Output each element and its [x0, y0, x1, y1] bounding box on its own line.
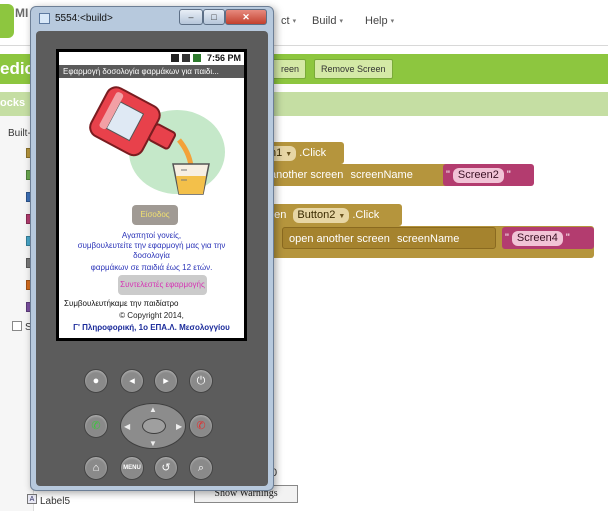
screen2-text-block[interactable]: " Screen2 " — [443, 164, 534, 186]
dpad-left-arrow-icon[interactable]: ◀ — [124, 422, 130, 431]
menu-button[interactable]: MENU — [120, 456, 144, 480]
minimize-button[interactable]: – — [179, 9, 203, 25]
greeting-line-2: συμβουλευτείτε την εφαρμογή μας για την — [77, 241, 226, 250]
menu-build[interactable]: Build ▾ — [312, 15, 343, 27]
call-label: open another screen — [289, 233, 390, 245]
param-label: screenName — [350, 169, 413, 181]
emulator-window-icon — [39, 13, 50, 24]
project-name: edic — [0, 59, 35, 78]
search-button[interactable]: ⌕ — [189, 456, 213, 480]
device-frame: 7:56 PM Εφαρμογή δοσολογία φαρμάκων για … — [36, 31, 268, 486]
call-label: another screen — [270, 169, 344, 181]
maximize-button[interactable]: □ — [203, 9, 225, 25]
dpad-center-button[interactable] — [142, 418, 166, 434]
call-button[interactable]: ✆ — [84, 414, 108, 438]
remove-screen-button[interactable]: Remove Screen — [314, 59, 393, 79]
dpad[interactable]: ▲ ▼ ◀ ▶ — [120, 403, 186, 449]
builtin-label: Built- — [8, 128, 31, 139]
when-button2-click-block[interactable]: hen Button2 ▼ .Click — [258, 204, 402, 226]
status-bar: 7:56 PM — [59, 52, 244, 65]
close-button[interactable]: ✕ — [225, 9, 267, 25]
dpad-right-arrow-icon[interactable]: ▶ — [176, 422, 182, 431]
app-logo-icon — [0, 4, 14, 38]
device-screen[interactable]: 7:56 PM Εφαρμογή δοσολογία φαρμάκων για … — [56, 49, 247, 341]
collaborators-button[interactable]: Συντελεστές εφαρμογής — [118, 275, 207, 295]
app-title-bar: Εφαρμογή δοσολογία φαρμάκων για παιδι... — [59, 65, 244, 78]
blocks-panel-label: ocks — [0, 97, 26, 109]
text-value[interactable]: Screen4 — [511, 230, 563, 246]
usb-icon — [171, 54, 179, 62]
camera-button[interactable]: ● — [84, 369, 108, 393]
back-button[interactable]: ↺ — [154, 456, 178, 480]
emulator-window: 5554:<build> – □ ✕ 7:56 PM Εφαρμογή δοσο… — [30, 6, 274, 491]
greeting-line-3: δοσολογία — [133, 251, 170, 260]
greeting-line-4: φαρμάκων σε παιδιά έως 12 ετών. — [90, 263, 213, 272]
param-label: screenName — [396, 233, 460, 245]
dpad-down-arrow-icon[interactable]: ▼ — [149, 439, 157, 448]
pediatrician-text: Συμβουλευτήκαμε την παιδίατρο — [64, 299, 179, 308]
battery-icon — [193, 54, 201, 62]
screen-tree-checkbox[interactable] — [12, 321, 22, 331]
author-text: Γ' Πληροφορική, 1ο ΕΠΑ.Λ. Μεσολογγίου — [73, 323, 230, 332]
copyright-text: © Copyright 2014, — [119, 311, 184, 320]
greeting-line-1: Αγαπητοί γονείς, — [121, 231, 182, 240]
open-another-screen-block[interactable]: open another screen screenName — [282, 227, 496, 249]
menu-project[interactable]: ct ▾ — [281, 15, 296, 27]
enter-button[interactable]: Είσοδος — [132, 205, 178, 225]
event-label: .Click — [352, 209, 380, 221]
volume-up-button[interactable]: ▸ — [154, 369, 178, 393]
tree-item-label5[interactable]: Label5 — [40, 496, 70, 507]
signal-icon — [182, 54, 190, 62]
status-time: 7:56 PM — [206, 53, 241, 63]
home-button[interactable]: ⌂ — [84, 456, 108, 480]
event-label: .Click — [299, 147, 327, 159]
emulator-window-title: 5554:<build> — [55, 13, 113, 24]
text-value[interactable]: Screen2 — [452, 167, 504, 183]
power-button[interactable]: ⏻ — [189, 369, 213, 393]
screen4-text-block[interactable]: " Screen4 " — [502, 227, 594, 249]
label-component-icon: A — [27, 494, 37, 504]
menu-help[interactable]: Help ▾ — [365, 15, 394, 27]
dpad-up-arrow-icon[interactable]: ▲ — [149, 405, 157, 414]
brand-fragment: MI — [15, 6, 29, 20]
medicine-bottle-illustration — [89, 86, 225, 195]
component-dropdown[interactable]: Button2 ▼ — [293, 207, 350, 223]
volume-down-button[interactable]: ◂ — [120, 369, 144, 393]
end-call-button[interactable]: ✆ — [189, 414, 213, 438]
